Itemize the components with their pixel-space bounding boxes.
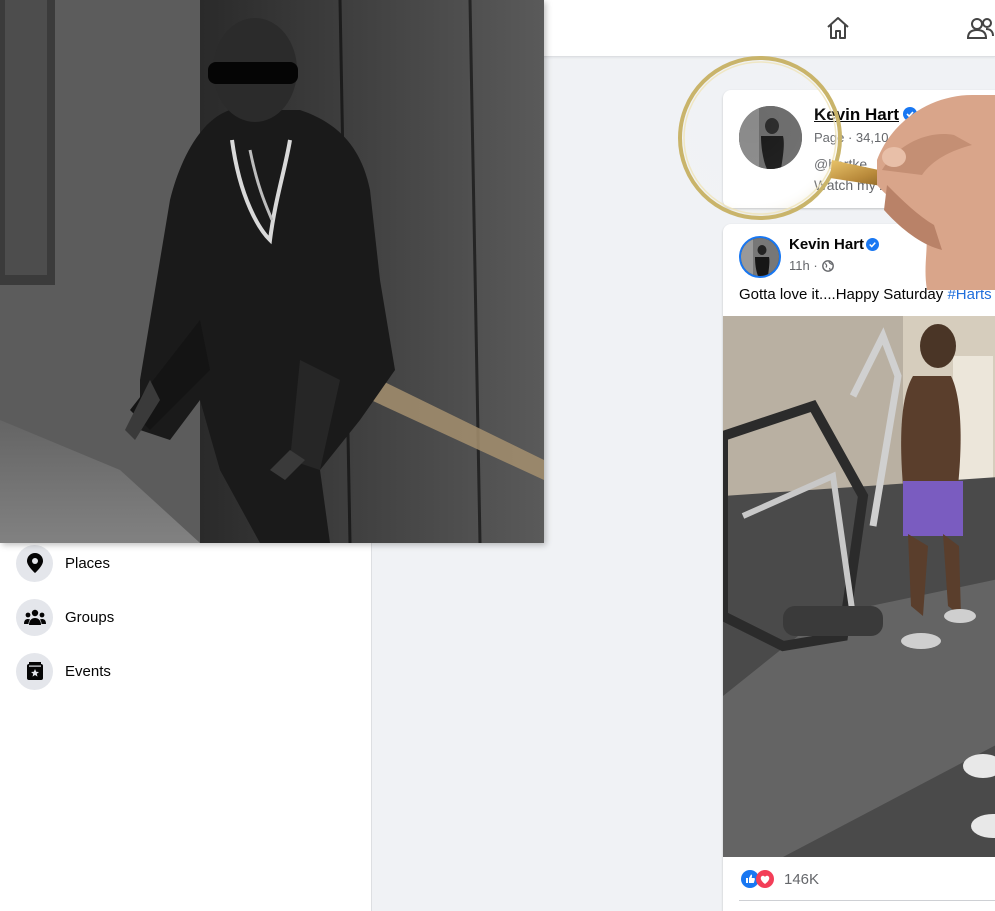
- sidebar-item-places[interactable]: Places: [16, 543, 346, 583]
- globe-icon: [821, 259, 834, 272]
- page-avatar[interactable]: [739, 106, 802, 169]
- post-author-avatar[interactable]: [739, 236, 781, 278]
- location-pin-icon: [16, 544, 53, 582]
- post-timestamp[interactable]: 11h ·: [789, 258, 818, 273]
- page-handle: @hartke: [814, 156, 868, 172]
- sidebar-item-label: Events: [65, 662, 111, 680]
- hashtag-link[interactable]: #Harts: [947, 286, 991, 303]
- post-image[interactable]: [723, 316, 995, 857]
- post-card: Kevin Hart 11h · Gotta love it....Happy …: [723, 224, 995, 911]
- post-meta: 11h ·: [789, 258, 834, 273]
- sidebar-item-label: Groups: [65, 608, 115, 626]
- home-icon[interactable]: [824, 14, 852, 42]
- groups-icon: [16, 598, 53, 636]
- friends-icon[interactable]: [966, 14, 994, 42]
- sidebar-item-groups[interactable]: Groups: [16, 597, 346, 637]
- divider: [739, 900, 995, 901]
- facebook-page: Places Groups Events Kevin Hart Page · 3…: [0, 0, 995, 911]
- post-author-name[interactable]: Kevin Hart: [789, 236, 864, 253]
- page-category-followers: Page · 34,10: [814, 130, 889, 145]
- verified-badge-icon: [866, 238, 879, 251]
- profile-photo-enlarged: [0, 0, 544, 543]
- page-name-link[interactable]: Kevin Hart: [814, 105, 899, 125]
- reactions-summary[interactable]: 146K: [741, 870, 819, 888]
- post-body: Gotta love it....Happy Saturday: [739, 286, 948, 303]
- reaction-icons: [741, 870, 774, 888]
- sidebar-item-events[interactable]: Events: [16, 651, 346, 691]
- events-icon: [16, 652, 53, 690]
- page-description: Watch my Zero F: [814, 177, 921, 193]
- page-info-card[interactable]: Kevin Hart Page · 34,10 @hartke Watch my…: [723, 90, 995, 208]
- reaction-count: 146K: [784, 870, 820, 888]
- verified-badge-icon: [903, 107, 917, 121]
- post-text: Gotta love it....Happy Saturday #Harts: [739, 286, 992, 303]
- love-reaction-icon: [756, 870, 774, 888]
- sidebar-item-label: Places: [65, 554, 111, 572]
